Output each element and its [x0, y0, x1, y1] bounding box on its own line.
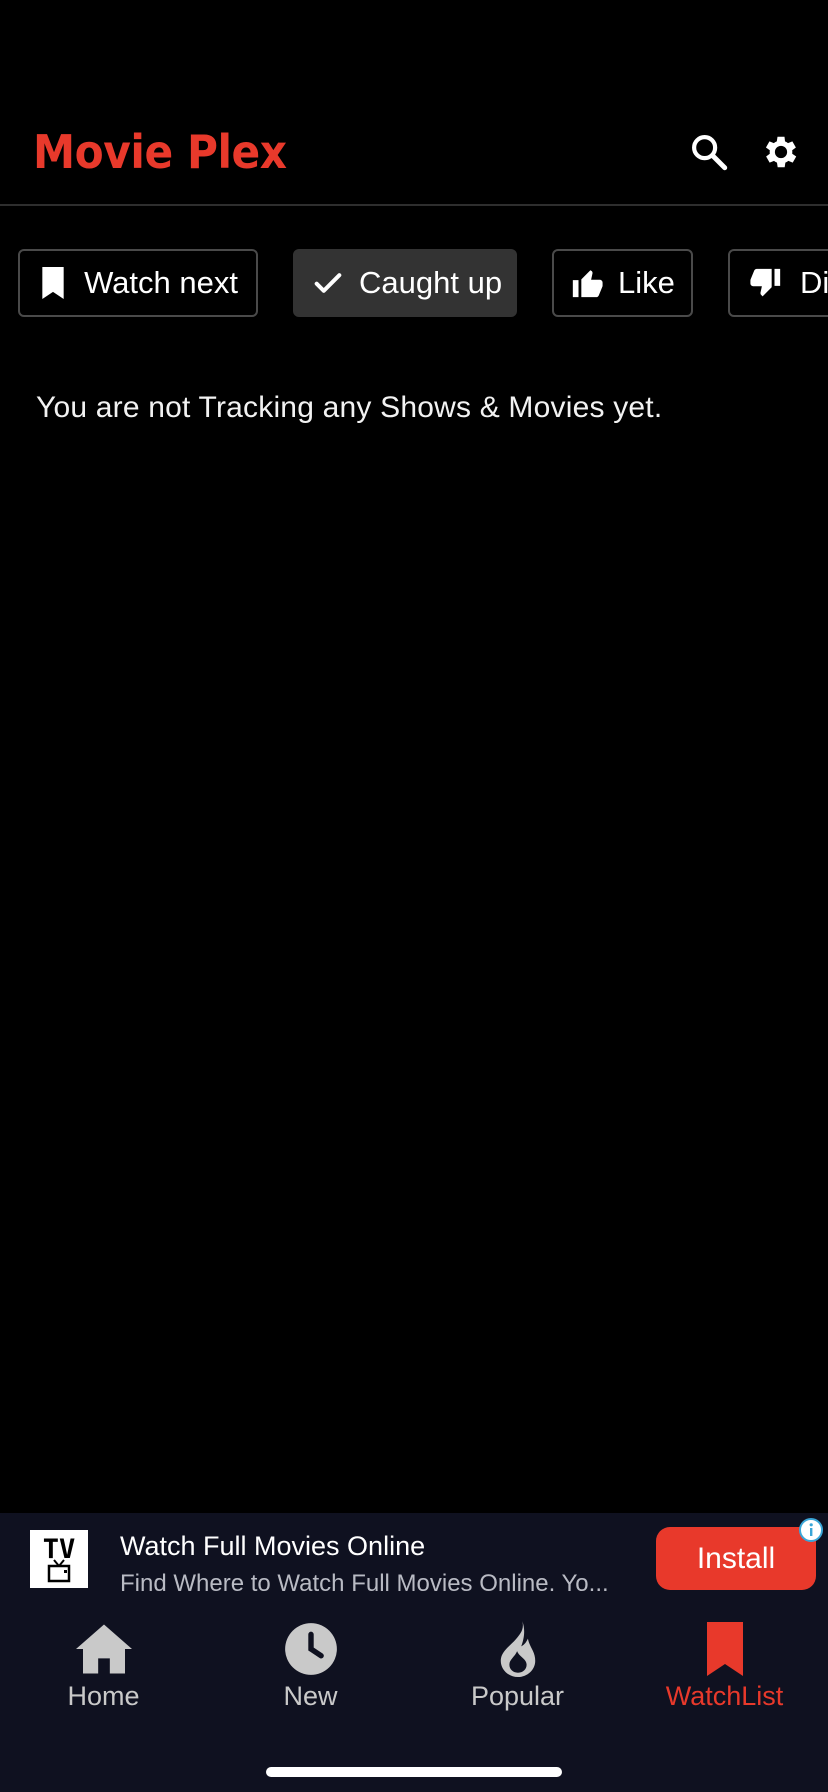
nav-label: WatchList [665, 1681, 784, 1711]
info-icon [799, 1518, 823, 1542]
home-icon [75, 1624, 132, 1674]
nav-popular[interactable]: Popular [414, 1621, 621, 1721]
chip-like[interactable]: Like [552, 249, 693, 317]
home-indicator [266, 1767, 562, 1777]
bookmark-icon [42, 267, 64, 299]
ad-banner[interactable]: TV Watch Full Movies Online Find Where t… [0, 1513, 828, 1611]
nav-new[interactable]: New [207, 1621, 414, 1721]
filter-chips: Watch next Caught up Like Dislike [0, 249, 828, 317]
chip-dislike[interactable]: Dislike [728, 249, 828, 317]
ad-logo-text: TV [43, 1534, 76, 1565]
ad-install-button[interactable]: Install [656, 1527, 816, 1590]
flame-icon [500, 1621, 535, 1677]
ad-info-button[interactable] [798, 1517, 824, 1543]
nav-label: New [283, 1681, 338, 1711]
ad-logo: TV [30, 1530, 88, 1588]
check-icon [314, 273, 342, 293]
settings-button[interactable] [757, 128, 805, 176]
empty-state-message: You are not Tracking any Shows & Movies … [36, 391, 663, 424]
search-icon [692, 135, 728, 171]
nav-home[interactable]: Home [0, 1621, 207, 1721]
chip-watch-next[interactable]: Watch next [18, 249, 258, 317]
ad-title: Watch Full Movies Online [120, 1531, 426, 1561]
nav-label: Popular [470, 1681, 565, 1711]
nav-watchlist[interactable]: WatchList [621, 1621, 828, 1721]
ad-description: Find Where to Watch Full Movies Online. … [120, 1570, 609, 1597]
chip-label: Caught up [359, 265, 503, 300]
bottom-navigation: Home New Popular WatchList [0, 1611, 828, 1792]
bookmark-icon [706, 1622, 743, 1676]
thumbs-up-icon [572, 270, 603, 298]
top-app-bar: Movie Plex [0, 0, 828, 206]
chip-label: Dislike [800, 265, 828, 300]
chip-label: Like [618, 265, 675, 300]
chip-caught-up[interactable]: Caught up [293, 249, 517, 317]
clock-icon [284, 1623, 337, 1675]
gear-icon [765, 136, 797, 168]
search-button[interactable] [685, 128, 733, 176]
chip-label: Watch next [84, 265, 238, 300]
nav-label: Home [67, 1681, 140, 1711]
thumbs-down-icon [750, 268, 781, 297]
app-title: Movie Plex [33, 125, 287, 179]
